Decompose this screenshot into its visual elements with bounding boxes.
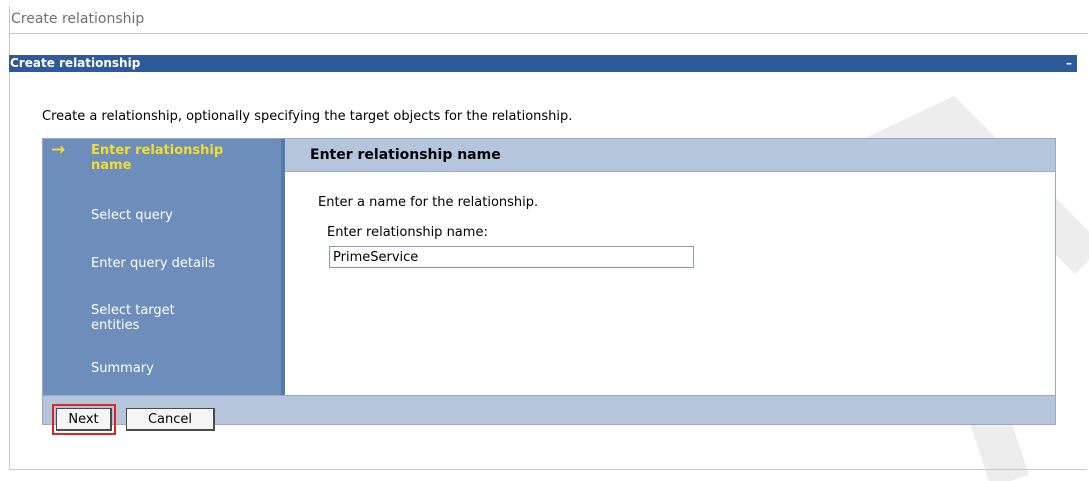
minimize-icon[interactable]: –	[1063, 55, 1075, 72]
wizard-content: Enter relationship name Enter a name for…	[285, 139, 1055, 395]
step-select-query[interactable]: Select query	[91, 208, 173, 223]
next-button[interactable]: Next	[52, 404, 116, 435]
intro-text: Create a relationship, optionally specif…	[42, 109, 573, 124]
wizard: → Enter relationship name Select query E…	[42, 138, 1056, 435]
content-description: Enter a name for the relationship.	[318, 195, 539, 210]
wizard-footer: Next Cancel	[43, 395, 1055, 435]
step-enter-query-details[interactable]: Enter query details	[91, 256, 215, 271]
portlet-title: Create relationship	[10, 56, 141, 70]
relationship-name-input[interactable]	[329, 246, 694, 268]
step-summary[interactable]: Summary	[91, 361, 154, 376]
portlet-header: Create relationship –	[9, 55, 1077, 72]
relationship-name-label: Enter relationship name:	[327, 225, 488, 240]
content-header: Enter relationship name	[285, 139, 1055, 172]
page-title: Create relationship	[10, 6, 1088, 34]
step-select-target-entities[interactable]: Select target entities	[91, 303, 211, 333]
step-enter-relationship-name[interactable]: Enter relationship name	[91, 143, 261, 173]
wizard-steps: → Enter relationship name Select query E…	[43, 139, 285, 395]
cancel-button[interactable]: Cancel	[126, 408, 215, 431]
arrow-right-icon: →	[51, 140, 66, 160]
